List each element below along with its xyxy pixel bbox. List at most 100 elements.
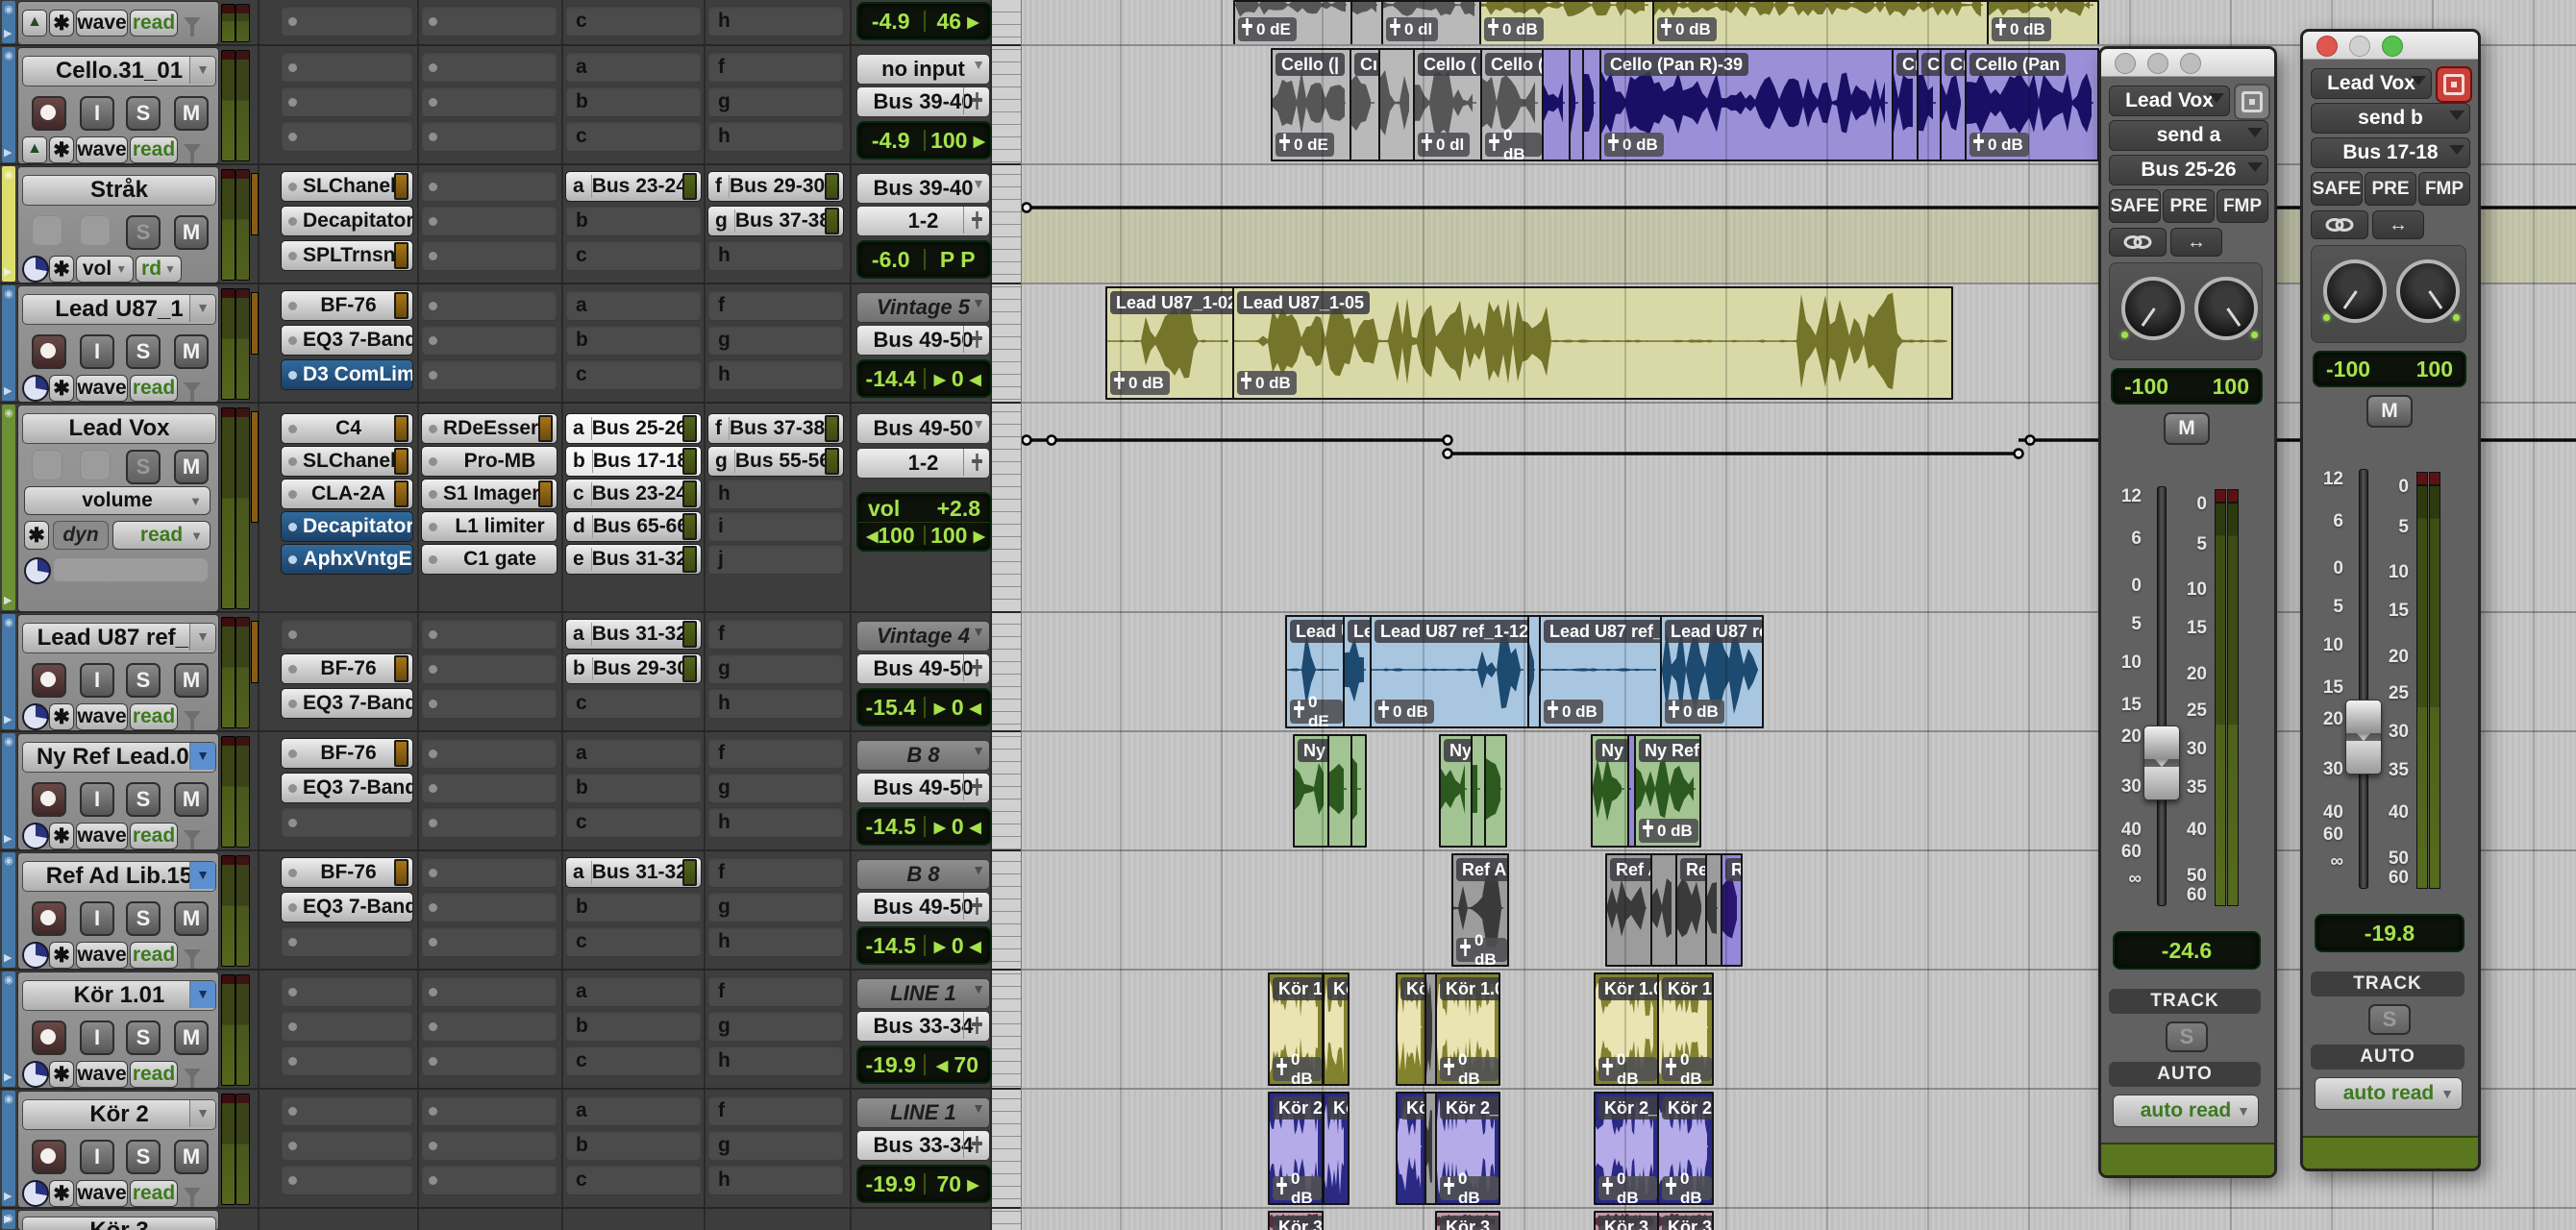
track-name[interactable]: Lead Vox xyxy=(22,413,216,444)
insert-plugin[interactable]: S1 Imager xyxy=(421,479,557,509)
audio-clip[interactable]: 0 dB xyxy=(1479,0,1654,46)
insert-plugin[interactable]: SLChanel xyxy=(281,171,413,202)
track-view-selector[interactable]: vol▼ xyxy=(76,256,134,283)
send-slot-empty[interactable]: a xyxy=(565,52,702,83)
audio-clip[interactable]: Ny xyxy=(1293,734,1329,848)
audio-clip[interactable] xyxy=(1650,853,1677,967)
clip-gain-badge[interactable]: 0 dE xyxy=(1276,133,1334,157)
track-name-menu-icon[interactable]: ▼ xyxy=(189,57,215,84)
insert-plugin[interactable]: C1 gate xyxy=(421,544,557,575)
audio-clip[interactable]: Kör 3_( xyxy=(1594,1211,1659,1230)
io-output-selector[interactable]: Bus 33-34 xyxy=(856,1011,990,1042)
volume-pan-display[interactable]: -19.970 ▸ xyxy=(856,1165,992,1203)
window-titlebar[interactable] xyxy=(2303,32,2478,60)
insert-plugin[interactable]: BF-76 xyxy=(281,290,413,321)
volume-pan-display[interactable]: -14.4▸ 0 ◂ xyxy=(856,359,992,398)
output-fader-icon[interactable] xyxy=(963,1012,989,1039)
audio-clip[interactable]: Cı xyxy=(1940,48,1967,161)
minimize-button[interactable] xyxy=(2349,36,2370,57)
audio-clip[interactable]: 0 dl xyxy=(1381,0,1481,46)
insert-slot-empty[interactable] xyxy=(421,86,557,117)
record-enable-button[interactable] xyxy=(32,334,66,369)
clip-gain-badge[interactable]: 0 dE xyxy=(1238,17,1297,41)
fader-track[interactable] xyxy=(2157,486,2167,906)
io-output-selector[interactable]: Bus 49-50 xyxy=(856,773,990,803)
clock-icon[interactable] xyxy=(22,256,49,283)
pan-linkage-button[interactable]: ↔ xyxy=(2372,210,2424,239)
track-color-tab[interactable]: ◉▶ xyxy=(2,852,15,968)
automation-mode-selector[interactable]: auto read▼ xyxy=(2315,1077,2463,1110)
track-name-menu-icon[interactable]: ▼ xyxy=(189,624,215,651)
io-output-selector[interactable]: Bus 49-50 xyxy=(856,892,990,922)
insert-slot-empty[interactable] xyxy=(421,1165,557,1195)
audio-clip[interactable]: Kör 2_(0 dB xyxy=(1594,1092,1659,1205)
audio-clip[interactable]: Kö xyxy=(1396,972,1427,1086)
minimize-button[interactable] xyxy=(2147,53,2168,74)
pan-knob-right[interactable] xyxy=(2194,277,2258,340)
pre-button[interactable]: PRE xyxy=(2163,189,2215,223)
io-input-selector[interactable]: B 8▼ xyxy=(856,740,990,771)
send-slot-empty[interactable]: c xyxy=(565,121,702,152)
audio-clip[interactable]: 0 dE xyxy=(1233,0,1352,46)
send-assignment[interactable]: cBus 23-24 xyxy=(565,479,702,509)
send-assignment[interactable]: aBus 23-24 xyxy=(565,171,702,202)
send-slot-empty[interactable]: b xyxy=(565,892,702,922)
solo-button[interactable]: S xyxy=(126,96,161,131)
track-color-tab[interactable]: ◉▶ xyxy=(2,166,15,282)
input-monitor-button[interactable]: I xyxy=(80,782,114,817)
clock-icon[interactable] xyxy=(22,375,49,402)
automation-mode-selector[interactable]: read xyxy=(130,942,178,969)
send-slot-empty[interactable]: c xyxy=(565,6,702,37)
audio-clip[interactable]: Cello (F0 dB xyxy=(1480,48,1544,161)
insert-slot-empty[interactable] xyxy=(421,1046,557,1076)
track-name-menu-icon[interactable]: ▼ xyxy=(189,295,215,322)
insert-slot-empty[interactable] xyxy=(421,773,557,803)
clip-gain-badge[interactable]: 0 dB xyxy=(1485,133,1542,157)
send-slot-empty[interactable]: c xyxy=(565,1046,702,1076)
solo-button[interactable]: S xyxy=(126,782,161,817)
insert-slot-empty[interactable] xyxy=(281,807,413,838)
track-view-selector[interactable]: wave xyxy=(76,823,128,849)
insert-slot-empty[interactable] xyxy=(281,976,413,1007)
send-slot-empty[interactable]: f xyxy=(707,1095,844,1126)
fader-track[interactable] xyxy=(2359,469,2368,889)
clip-gain-badge[interactable]: 0 dB xyxy=(1969,133,2029,157)
send-slot-empty[interactable]: b xyxy=(565,325,702,356)
automation-star-button[interactable]: ✱ xyxy=(49,942,74,969)
clip-gain-badge[interactable]: 0 dB xyxy=(1544,700,1603,724)
audio-clip[interactable]: Le: xyxy=(1343,615,1372,728)
audio-clip[interactable]: Lead U87_1-020 dB xyxy=(1105,286,1234,400)
send-slot-empty[interactable]: g xyxy=(707,1011,844,1042)
solo-button[interactable]: S xyxy=(126,1021,161,1055)
playlist-icon[interactable]: ▲ xyxy=(22,136,47,163)
output-fader-icon[interactable] xyxy=(963,893,989,920)
insert-plugin[interactable]: BF-76 xyxy=(281,653,413,684)
pan-linkage-button[interactable]: ↔ xyxy=(2170,228,2222,257)
link-button[interactable] xyxy=(2109,228,2167,257)
insert-plugin[interactable]: D3 ComLim xyxy=(281,359,413,390)
volume-pan-display[interactable]: -19.9◂ 70 xyxy=(856,1046,992,1084)
clip-gain-badge[interactable]: 0 dB xyxy=(1665,700,1724,724)
track-name[interactable]: Stråk xyxy=(22,175,216,206)
clip-gain-badge[interactable]: 0 dB xyxy=(1657,17,1717,41)
track-color-tab[interactable]: ◉▶ xyxy=(2,1091,15,1206)
input-monitor-button[interactable]: I xyxy=(80,1140,114,1174)
track-color-tab[interactable]: ◉▶ xyxy=(2,972,15,1087)
audio-clip[interactable] xyxy=(1378,48,1415,161)
track-view-selector[interactable]: wave xyxy=(76,10,128,37)
clip-gain-badge[interactable]: 0 dB xyxy=(1273,1057,1322,1081)
volume-pan-display[interactable]: -15.4▸ 0 ◂ xyxy=(856,688,992,726)
insert-plugin[interactable]: EQ3 7-Band xyxy=(281,325,413,356)
clip-gain-badge[interactable]: 0 dE xyxy=(1290,700,1343,724)
io-output-selector[interactable]: Bus 49-50 xyxy=(856,325,990,356)
io-output-selector[interactable]: Bus 33-34 xyxy=(856,1130,990,1161)
insert-slot-empty[interactable] xyxy=(281,121,413,152)
insert-slot-empty[interactable] xyxy=(281,1165,413,1195)
send-slot-empty[interactable]: g xyxy=(707,773,844,803)
audio-clip[interactable]: Cello (0 dl xyxy=(1413,48,1482,161)
send-bus-selector[interactable]: Bus 25-26 xyxy=(2109,155,2268,185)
insert-slot-empty[interactable] xyxy=(421,52,557,83)
pan-value-display[interactable]: -100100 xyxy=(2111,368,2263,405)
track-name[interactable]: Kör 1.01▼ xyxy=(22,980,216,1011)
send-slot-empty[interactable]: b xyxy=(565,1130,702,1161)
